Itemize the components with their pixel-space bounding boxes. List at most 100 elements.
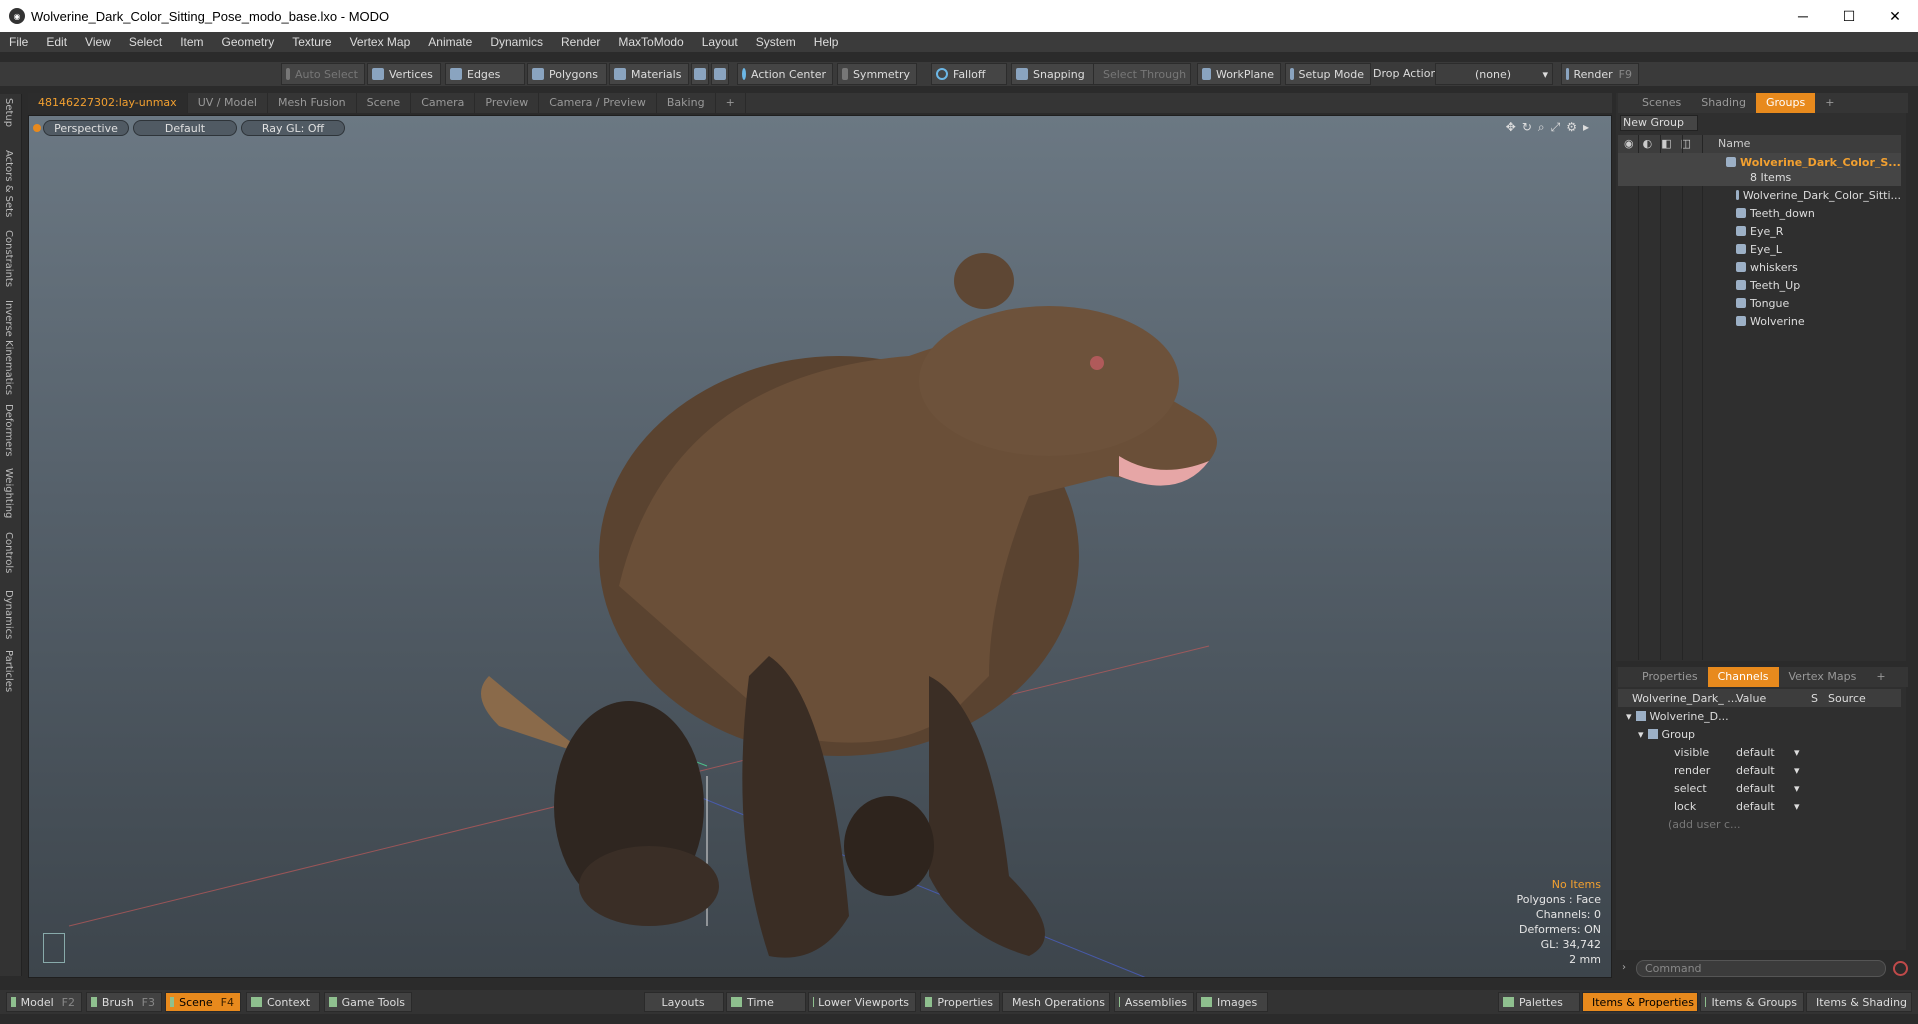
navigation-icons[interactable]: ✥↻⌕⤢⚙▸	[1506, 120, 1595, 135]
tab-scenes[interactable]: Scenes	[1632, 93, 1691, 113]
brush-layout-button[interactable]: Brush F3	[86, 992, 162, 1012]
command-expand-icon[interactable]: ›	[1622, 962, 1626, 973]
close-button[interactable]: ✕	[1872, 0, 1918, 32]
select-through-button[interactable]: Select Through	[1093, 63, 1191, 85]
tab-lay-unmax[interactable]: 48146227302:lay-unmax	[28, 93, 188, 113]
add-panel-tab-button[interactable]: +	[1815, 93, 1844, 113]
channel-root-row[interactable]: ▾ Wolverine_D...	[1618, 707, 1901, 725]
list-item[interactable]: Wolverine_Dark_Color_Sitti...	[1618, 186, 1901, 204]
shading-default-button[interactable]: Default	[133, 120, 237, 136]
menu-layout[interactable]: Layout	[693, 35, 747, 49]
menu-file[interactable]: File	[0, 35, 37, 49]
list-item[interactable]: Teeth_down	[1618, 204, 1901, 222]
menu-texture[interactable]: Texture	[283, 35, 340, 49]
snapping-toggle-b[interactable]	[711, 63, 729, 85]
tab-deformers[interactable]: Deformers	[3, 404, 14, 457]
symmetry-button[interactable]: Symmetry	[837, 63, 917, 85]
action-center-button[interactable]: Action Center	[737, 63, 833, 85]
menu-edit[interactable]: Edit	[37, 35, 76, 49]
scene-layout-button[interactable]: Scene F4	[165, 992, 241, 1012]
value-select[interactable]: default	[1736, 800, 1775, 813]
items-groups-button[interactable]: Items & Groups	[1700, 992, 1804, 1012]
3d-viewport[interactable]: Perspective Default Ray GL: Off ✥↻⌕⤢⚙▸ N…	[28, 115, 1612, 978]
table-row[interactable]: select default ▾	[1618, 779, 1901, 797]
chevron-down-icon[interactable]: ▾	[1638, 728, 1644, 741]
channel-group-row[interactable]: ▾ Group	[1618, 725, 1901, 743]
tab-shading[interactable]: Shading	[1691, 93, 1756, 113]
properties-button[interactable]: Properties	[920, 992, 1000, 1012]
list-item[interactable]: whiskers	[1618, 258, 1901, 276]
chevron-down-icon[interactable]: ▾	[1794, 764, 1800, 777]
menu-dynamics[interactable]: Dynamics	[481, 35, 552, 49]
snapping-toggle-a[interactable]	[691, 63, 709, 85]
vertices-button[interactable]: Vertices	[367, 63, 441, 85]
tab-actors-sets[interactable]: Actors & Sets	[3, 150, 14, 217]
model-layout-button[interactable]: Model F2	[6, 992, 82, 1012]
chevron-down-icon[interactable]: ▾	[1794, 746, 1800, 759]
chevron-down-icon[interactable]: ▾	[1794, 800, 1800, 813]
images-button[interactable]: Images	[1196, 992, 1268, 1012]
tab-channels[interactable]: Channels	[1707, 667, 1779, 687]
items-properties-button[interactable]: Items & Properties	[1582, 992, 1698, 1012]
time-button[interactable]: Time	[726, 992, 806, 1012]
ray-gl-button[interactable]: Ray GL: Off	[241, 120, 345, 136]
menu-help[interactable]: Help	[805, 35, 848, 49]
menu-select[interactable]: Select	[120, 35, 171, 49]
table-row[interactable]: lock default ▾	[1618, 797, 1901, 815]
tab-properties[interactable]: Properties	[1632, 667, 1708, 687]
list-item[interactable]: Tongue	[1618, 294, 1901, 312]
items-shading-button[interactable]: Items & Shading	[1806, 992, 1912, 1012]
lower-viewports-button[interactable]: Lower Viewports	[808, 992, 916, 1012]
list-item[interactable]: Teeth_Up	[1618, 276, 1901, 294]
value-select[interactable]: default	[1736, 764, 1775, 777]
perspective-button[interactable]: Perspective	[43, 120, 129, 136]
table-row[interactable]: visible default ▾	[1618, 743, 1901, 761]
tab-camera[interactable]: Camera	[411, 93, 476, 113]
polygons-button[interactable]: Polygons	[527, 63, 607, 85]
layouts-button[interactable]: Layouts	[644, 992, 724, 1012]
add-tab-button[interactable]: +	[716, 93, 746, 113]
edges-button[interactable]: Edges	[445, 63, 525, 85]
context-layout-button[interactable]: Context	[246, 992, 320, 1012]
add-channel-tab-button[interactable]: +	[1866, 667, 1895, 687]
tab-groups[interactable]: Groups	[1755, 93, 1816, 113]
viewport-options-icon[interactable]	[33, 124, 41, 132]
tab-vertex-maps[interactable]: Vertex Maps	[1779, 667, 1867, 687]
list-item[interactable]: Eye_R	[1618, 222, 1901, 240]
tab-controls[interactable]: Controls	[3, 532, 14, 573]
tab-scene[interactable]: Scene	[357, 93, 412, 113]
tab-baking[interactable]: Baking	[657, 93, 716, 113]
palettes-button[interactable]: Palettes	[1498, 992, 1580, 1012]
tab-inverse-kinematics[interactable]: Inverse Kinematics	[3, 300, 14, 395]
menu-render[interactable]: Render	[552, 35, 609, 49]
chevron-down-icon[interactable]: ▾	[1794, 782, 1800, 795]
tab-dynamics[interactable]: Dynamics	[3, 590, 14, 639]
game-tools-layout-button[interactable]: Game Tools	[324, 992, 412, 1012]
command-stop-icon[interactable]	[1893, 961, 1908, 976]
command-input[interactable]: Command	[1636, 960, 1886, 977]
tab-mesh-fusion[interactable]: Mesh Fusion	[268, 93, 357, 113]
tab-setup[interactable]: Setup	[3, 98, 14, 127]
auto-select-button[interactable]: Auto Select	[281, 63, 365, 85]
workplane-button[interactable]: WorkPlane	[1197, 63, 1281, 85]
tab-constraints[interactable]: Constraints	[3, 230, 14, 287]
wolverine-model[interactable]	[481, 253, 1217, 958]
list-item[interactable]: Eye_L	[1618, 240, 1901, 258]
tab-camera-preview[interactable]: Camera / Preview	[539, 93, 657, 113]
snapping-button[interactable]: Snapping	[1011, 63, 1095, 85]
list-item[interactable]: Wolverine	[1618, 312, 1901, 330]
maximize-button[interactable]: ☐	[1826, 0, 1872, 32]
menu-system[interactable]: System	[747, 35, 805, 49]
drop-action-select[interactable]: (none) ▾	[1435, 63, 1553, 85]
chevron-down-icon[interactable]: ▾	[1626, 710, 1632, 723]
menu-view[interactable]: View	[76, 35, 120, 49]
menu-animate[interactable]: Animate	[419, 35, 481, 49]
menu-vertex-map[interactable]: Vertex Map	[341, 35, 420, 49]
assemblies-button[interactable]: Assemblies	[1114, 992, 1194, 1012]
menu-item[interactable]: Item	[171, 35, 212, 49]
new-group-button[interactable]: New Group	[1620, 115, 1698, 131]
tab-particles[interactable]: Particles	[3, 650, 14, 692]
tab-weighting[interactable]: Weighting	[3, 468, 14, 518]
tab-uv-model[interactable]: UV / Model	[188, 93, 268, 113]
materials-button[interactable]: Materials	[609, 63, 689, 85]
